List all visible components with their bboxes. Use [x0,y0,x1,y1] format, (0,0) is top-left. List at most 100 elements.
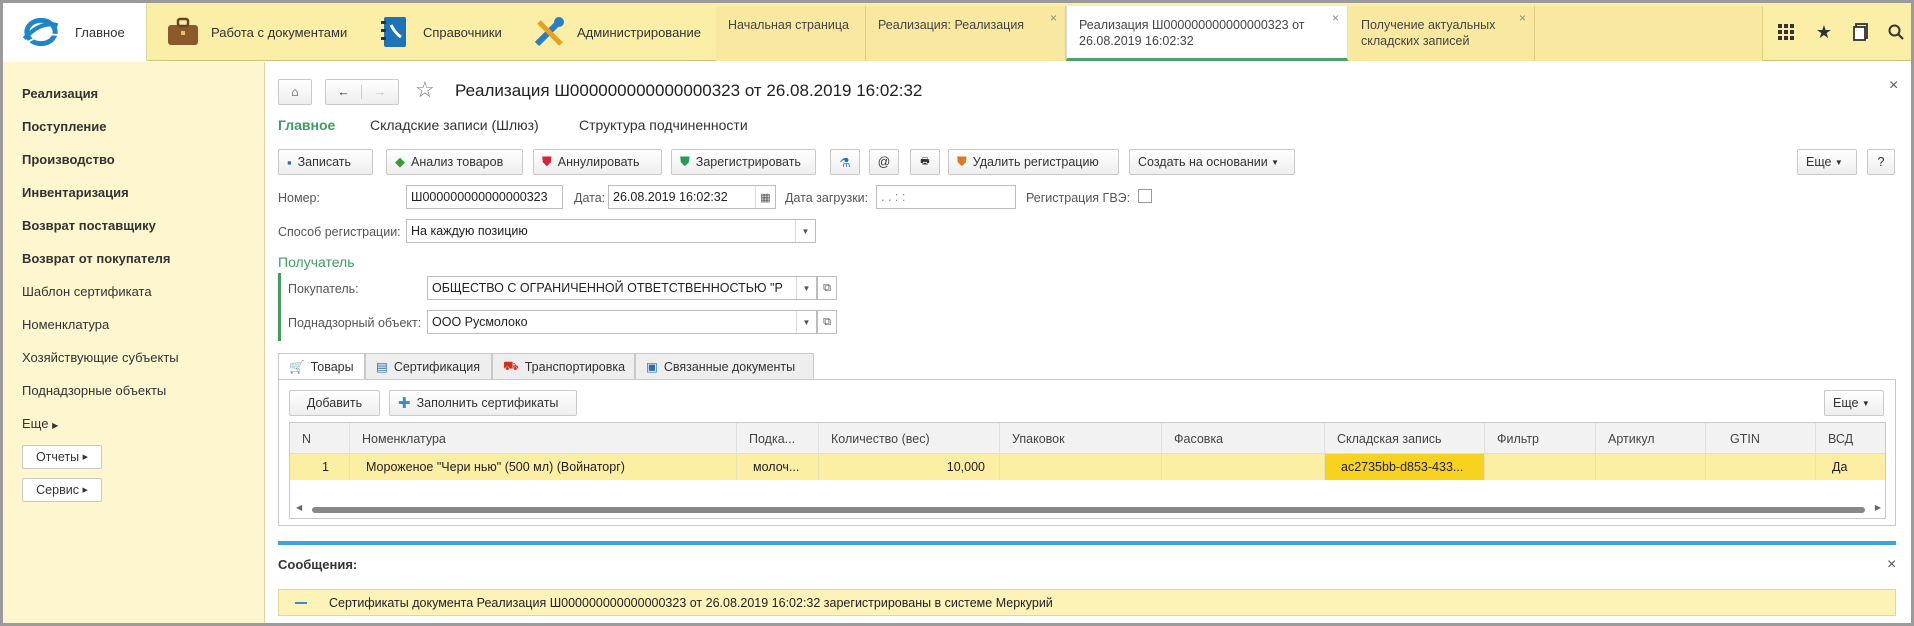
subnav-warehouse-records[interactable]: Складские записи (Шлюз) [370,117,539,133]
sidebar-item-receipt[interactable]: Поступление [22,119,107,134]
history-icon[interactable] [1848,19,1874,45]
tab-related-label: Связанные документы [663,359,796,374]
sidebar-item-business-entities[interactable]: Хозяйствующие субъекты [22,350,179,365]
tab-related-documents[interactable]: ▣ Связанные документы [635,353,814,379]
back-arrow-icon[interactable]: ← [326,85,363,99]
app-window: Главное Работа с документами Справочники… [0,0,1914,626]
col-header-subcategory[interactable]: Подка... [737,423,819,454]
analyze-goods-button[interactable]: ◆ Анализ товаров [386,149,523,175]
col-header-quantity[interactable]: Количество (вес) [819,423,1000,454]
gvz-checkbox[interactable] [1138,189,1152,203]
close-messages-icon[interactable]: × [1887,556,1896,574]
close-form-icon[interactable]: × [1889,77,1898,95]
shield-green-icon: ⛊ [680,154,690,169]
sidebar-item-sales[interactable]: Реализация [22,86,98,101]
chevron-down-icon[interactable]: ▼ [796,277,816,299]
subnav-structure[interactable]: Структура подчиненности [579,117,748,133]
delete-registration-button[interactable]: ⛊ Удалить регистрацию [948,149,1119,175]
supervised-object-select[interactable]: ООО Русмолоко ▼ [427,310,817,334]
save-button[interactable]: ▪ Записать [278,149,373,175]
col-header-filter[interactable]: Фильтр [1485,423,1596,454]
chevron-down-icon[interactable]: ▼ [796,311,816,333]
col-header-packages[interactable]: Упаковок [1000,423,1162,454]
collapse-icon[interactable] [295,601,307,604]
subnav-main[interactable]: Главное [278,117,335,133]
scroll-left-icon[interactable]: ◀ [296,503,302,512]
favorite-star-icon[interactable]: ☆ [415,77,435,103]
tab-transportation[interactable]: ⛟ Транспортировка [492,353,635,379]
open-icon[interactable]: ⧉ [817,310,837,334]
tab-sales-list[interactable]: Реализация: Реализация × [866,6,1066,61]
home-button[interactable]: ⌂ [278,79,312,105]
scrollbar-thumb[interactable] [312,507,1865,513]
reports-button[interactable]: Отчеты ▶ [22,445,102,469]
sidebar-item-inventory[interactable]: Инвентаризация [22,185,129,200]
chevron-down-icon: ▼ [1271,157,1280,167]
scroll-right-icon[interactable]: ▶ [1875,503,1881,512]
more-button[interactable]: Еще ▼ [1797,149,1857,175]
sidebar-item-production[interactable]: Производство [22,152,115,167]
open-icon[interactable]: ⧉ [817,276,837,300]
tab-goods[interactable]: 🛒 Товары [278,353,365,380]
section-label: Справочники [423,24,502,40]
apps-grid-icon[interactable] [1773,19,1799,45]
col-header-packing[interactable]: Фасовка [1162,423,1325,454]
horizontal-scrollbar[interactable]: ◀ ▶ [296,503,1881,515]
star-icon[interactable]: ★ [1811,19,1837,45]
search-icon[interactable] [1883,19,1909,45]
table-more-button[interactable]: Еще ▼ [1824,390,1884,416]
buyer-select[interactable]: ОБЩЕСТВО С ОГРАНИЧЕННОЙ ОТВЕТСТВЕННОСТЬЮ… [427,276,817,300]
col-header-article[interactable]: Артикул [1596,423,1706,454]
sidebar-item-return-customer[interactable]: Возврат от покупателя [22,251,170,266]
col-header-gtin[interactable]: GTIN [1706,423,1816,454]
close-icon[interactable]: × [1050,10,1057,26]
tab-warehouse-records[interactable]: Получение актуальных складских записей × [1349,6,1535,61]
service-button[interactable]: Сервис ▶ [22,478,102,502]
microscope-button[interactable]: ⚗ [830,149,860,175]
register-button[interactable]: ⛊ Зарегистрировать [671,149,816,175]
help-button[interactable]: ? [1867,149,1895,175]
load-date-field[interactable]: . . : : [876,185,1016,209]
col-header-n[interactable]: N [290,423,350,454]
certificate-icon: ▤ [376,360,388,374]
section-documents[interactable]: Работа с документами [163,3,347,61]
sidebar-item-certificate-template[interactable]: Шаблон сертификата [22,284,152,299]
tab-certification[interactable]: ▤ Сертификация [365,353,492,379]
calendar-icon[interactable]: ▦ [755,186,775,208]
sidebar-item-nomenclature[interactable]: Номенклатура [22,317,109,332]
section-admin[interactable]: Администрирование [529,3,701,61]
service-label: Сервис [36,483,79,497]
reg-method-select[interactable]: На каждую позицию ▼ [406,219,816,243]
col-header-warehouse-record[interactable]: Складская запись [1325,423,1485,454]
forward-arrow-icon[interactable]: → [362,85,398,99]
section-home[interactable]: Главное [3,3,147,61]
table-row[interactable]: 1 Мороженое "Чери нью" (500 мл) (Войнато… [290,454,1885,480]
nav-arrows: ← → [325,79,399,105]
tab-home-page[interactable]: Начальная страница [716,6,866,61]
close-icon[interactable]: × [1332,10,1339,26]
section-references[interactable]: Справочники [375,3,502,61]
print-button[interactable]: 🖶 [910,149,940,175]
cell-gtin [1706,454,1816,480]
supervised-object-label: Поднадзорный объект: [288,316,422,330]
date-label: Дата: [574,191,606,205]
close-icon[interactable]: × [1519,10,1526,26]
col-header-vsd[interactable]: ВСД [1816,423,1885,454]
sidebar-item-more[interactable]: Еще ▶ [22,416,58,431]
date-field[interactable]: 26.08.2019 16:02:32 ▦ [608,185,776,209]
number-field[interactable]: Ш000000000000000323 [406,185,563,209]
annul-button[interactable]: ⛊ Аннулировать [533,149,662,175]
cell-warehouse-record[interactable]: ac2735bb-d853-433... [1325,454,1485,480]
sidebar-item-supervised-objects[interactable]: Поднадзорные объекты [22,383,166,398]
sidebar-item-return-supplier[interactable]: Возврат поставщику [22,218,156,233]
reg-method-value: На каждую позицию [411,224,528,238]
tab-sales-document[interactable]: Реализация Ш000000000000000323 от 26.08.… [1066,6,1348,61]
email-button[interactable]: @ [869,149,899,175]
message-item[interactable]: Сертификаты документа Реализация Ш000000… [278,589,1896,616]
briefcase-icon [163,12,203,52]
col-header-nomenclature[interactable]: Номенклатура [350,423,737,454]
fill-certificates-button[interactable]: ✚ Заполнить сертификаты [389,390,577,416]
create-based-on-button[interactable]: Создать на основании ▼ [1129,149,1295,175]
chevron-down-icon[interactable]: ▼ [795,220,815,242]
add-button[interactable]: Добавить [289,390,380,416]
